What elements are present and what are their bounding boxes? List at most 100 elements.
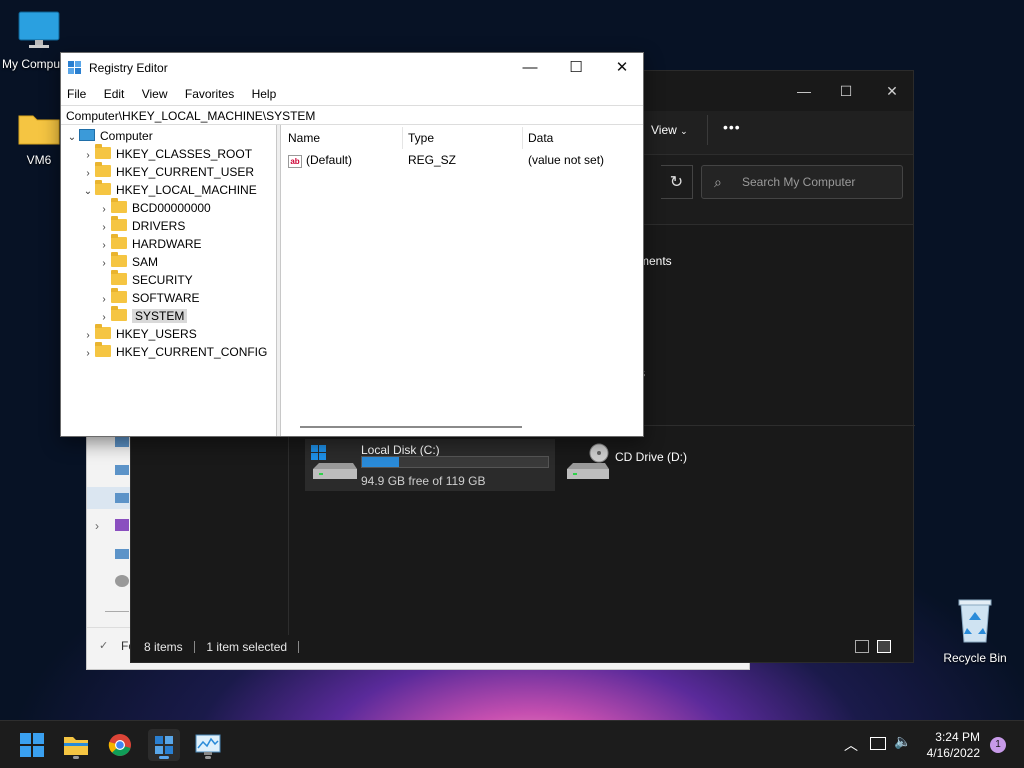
tree-item-label: HKEY_CURRENT_CONFIG xyxy=(116,345,268,359)
tree-item-system[interactable]: › SYSTEM xyxy=(97,306,188,325)
drive-icon xyxy=(115,493,129,503)
column-divider[interactable] xyxy=(402,127,403,149)
maximize-button[interactable]: ☐ xyxy=(553,53,599,83)
running-indicator xyxy=(73,756,79,759)
minimize-button[interactable]: — xyxy=(781,77,827,105)
divider xyxy=(707,115,708,145)
tree-item-sam[interactable]: › SAM xyxy=(97,252,158,271)
tree-item-bcd[interactable]: › BCD00000000 xyxy=(97,198,211,217)
view-menu-button[interactable]: View ⌄ xyxy=(651,123,688,137)
menu-file[interactable]: File xyxy=(61,83,86,101)
tree-item-hkcu[interactable]: › HKEY_CURRENT_USER xyxy=(81,162,254,181)
taskbar-registry-editor[interactable] xyxy=(148,729,180,761)
drive-usage-bar xyxy=(361,456,549,468)
regedit-icon xyxy=(155,736,173,754)
column-divider[interactable] xyxy=(522,127,523,149)
close-button[interactable]: ✕ xyxy=(599,53,645,83)
folder-icon xyxy=(64,737,88,755)
menu-bar: File Edit View Favorites Help xyxy=(61,83,643,105)
drive-tile-c[interactable]: Local Disk (C:) 94.9 GB free of 119 GB xyxy=(305,439,555,491)
drive-icon xyxy=(115,437,129,447)
desktop-icon-recycle-bin[interactable]: Recycle Bin xyxy=(940,598,1010,665)
folder-icon xyxy=(111,288,127,303)
value-row[interactable]: ab (Default) xyxy=(288,153,352,169)
horizontal-scrollbar[interactable] xyxy=(300,426,522,428)
tree-item-hkcc[interactable]: › HKEY_CURRENT_CONFIG xyxy=(81,342,268,363)
desktop-icon-label: VM6 xyxy=(26,153,52,167)
refresh-button[interactable]: ↻ xyxy=(661,165,693,199)
folder-icon xyxy=(111,216,127,231)
tree-item-label: DRIVERS xyxy=(132,219,186,233)
taskbar-file-explorer[interactable] xyxy=(60,729,92,761)
column-header-type[interactable]: Type xyxy=(408,131,434,147)
clock-date: 4/16/2022 xyxy=(926,746,980,760)
chevron-up-icon[interactable]: ︿ xyxy=(844,735,858,755)
drive-tile-d[interactable]: CD Drive (D:) xyxy=(565,439,705,491)
chevron-down-icon[interactable]: ⌄ xyxy=(81,183,95,201)
menu-help[interactable]: Help xyxy=(246,83,277,101)
taskbar-chrome[interactable] xyxy=(104,729,136,761)
menu-edit[interactable]: Edit xyxy=(98,83,125,101)
computer-icon xyxy=(79,129,95,141)
divider xyxy=(87,627,131,628)
tree-item-drivers[interactable]: › DRIVERS xyxy=(97,216,186,235)
maximize-button[interactable]: ☐ xyxy=(823,77,869,105)
editor-body: ⌄ Computer › HKEY_CLASSES_ROOT › HKEY_CURRE… xyxy=(61,125,643,436)
details-view-icon[interactable] xyxy=(855,640,869,653)
column-header-name[interactable]: Name xyxy=(288,131,320,147)
folder-icon xyxy=(111,306,127,321)
registry-editor-window: Registry Editor — ☐ ✕ File Edit View Fav… xyxy=(60,52,644,437)
tree-item-label: HKEY_USERS xyxy=(116,327,197,341)
address-bar[interactable]: Computer\HKEY_LOCAL_MACHINE\SYSTEM xyxy=(61,105,643,125)
tree-item-software[interactable]: › SOFTWARE xyxy=(97,288,200,307)
divider xyxy=(194,641,196,653)
item-count: 8 items xyxy=(144,640,183,654)
drive-name: Local Disk (C:) xyxy=(361,443,440,457)
folder-icon xyxy=(95,180,111,195)
desktop-icon-vm6[interactable]: VM6 xyxy=(14,110,64,167)
column-header-data[interactable]: Data xyxy=(528,131,553,147)
more-options-button[interactable]: ••• xyxy=(723,119,741,135)
drive-free-space: 94.9 GB free of 119 GB xyxy=(361,474,486,488)
check-icon: ✓ xyxy=(99,640,109,652)
tree-item-label: HKEY_LOCAL_MACHINE xyxy=(116,183,257,197)
tree-item-computer[interactable]: ⌄ Computer xyxy=(65,127,153,145)
chevron-right-icon[interactable]: › xyxy=(95,519,99,533)
windows-drive-icon xyxy=(311,445,357,484)
chevron-down-icon[interactable]: ⌄ xyxy=(65,129,79,147)
folder-icon xyxy=(95,324,111,339)
divider xyxy=(105,611,129,612)
chrome-icon xyxy=(108,734,131,756)
tree-item-security[interactable]: SECURITY xyxy=(97,270,193,289)
minimize-button[interactable]: — xyxy=(507,53,553,83)
pane-splitter[interactable] xyxy=(277,125,281,436)
notification-badge[interactable]: 1 xyxy=(990,737,1006,753)
title-bar: Registry Editor — ☐ ✕ xyxy=(61,53,643,83)
tree-item-label: HARDWARE xyxy=(132,237,202,251)
close-button[interactable]: ✕ xyxy=(869,77,915,105)
divider xyxy=(298,641,300,653)
drive-icon xyxy=(115,465,129,475)
menu-view[interactable]: View xyxy=(136,83,168,101)
search-input[interactable]: ⌕ Search My Computer xyxy=(701,165,903,199)
tree-item-hklm[interactable]: ⌄ HKEY_LOCAL_MACHINE xyxy=(81,180,257,201)
clock[interactable]: 3:24 PM 4/16/2022 xyxy=(927,729,980,761)
taskbar-resource-monitor[interactable] xyxy=(192,729,224,761)
tree-item-hardware[interactable]: › HARDWARE xyxy=(97,234,202,253)
app-icon xyxy=(115,519,129,531)
network-icon[interactable] xyxy=(870,737,886,750)
folder-icon xyxy=(95,162,111,177)
start-button[interactable] xyxy=(16,729,48,761)
tree-item-label: SYSTEM xyxy=(132,309,188,323)
values-pane: Name Type Data ab (Default) REG_SZ (value… xyxy=(282,125,643,436)
menu-favorites[interactable]: Favorites xyxy=(179,83,234,101)
tree-item-hkcr[interactable]: › HKEY_CLASSES_ROOT xyxy=(81,144,252,163)
taskbar: ︿ 🔈 3:24 PM 4/16/2022 1 xyxy=(0,720,1024,768)
volume-icon[interactable]: 🔈 xyxy=(894,733,911,750)
chevron-down-icon: ⌄ xyxy=(680,126,688,136)
tiles-view-icon[interactable] xyxy=(877,640,891,653)
tree-item-hku[interactable]: › HKEY_USERS xyxy=(81,324,197,343)
chevron-right-icon[interactable]: › xyxy=(81,345,95,363)
running-indicator xyxy=(159,756,169,759)
key-tree: ⌄ Computer › HKEY_CLASSES_ROOT › HKEY_CURRE… xyxy=(61,125,277,436)
